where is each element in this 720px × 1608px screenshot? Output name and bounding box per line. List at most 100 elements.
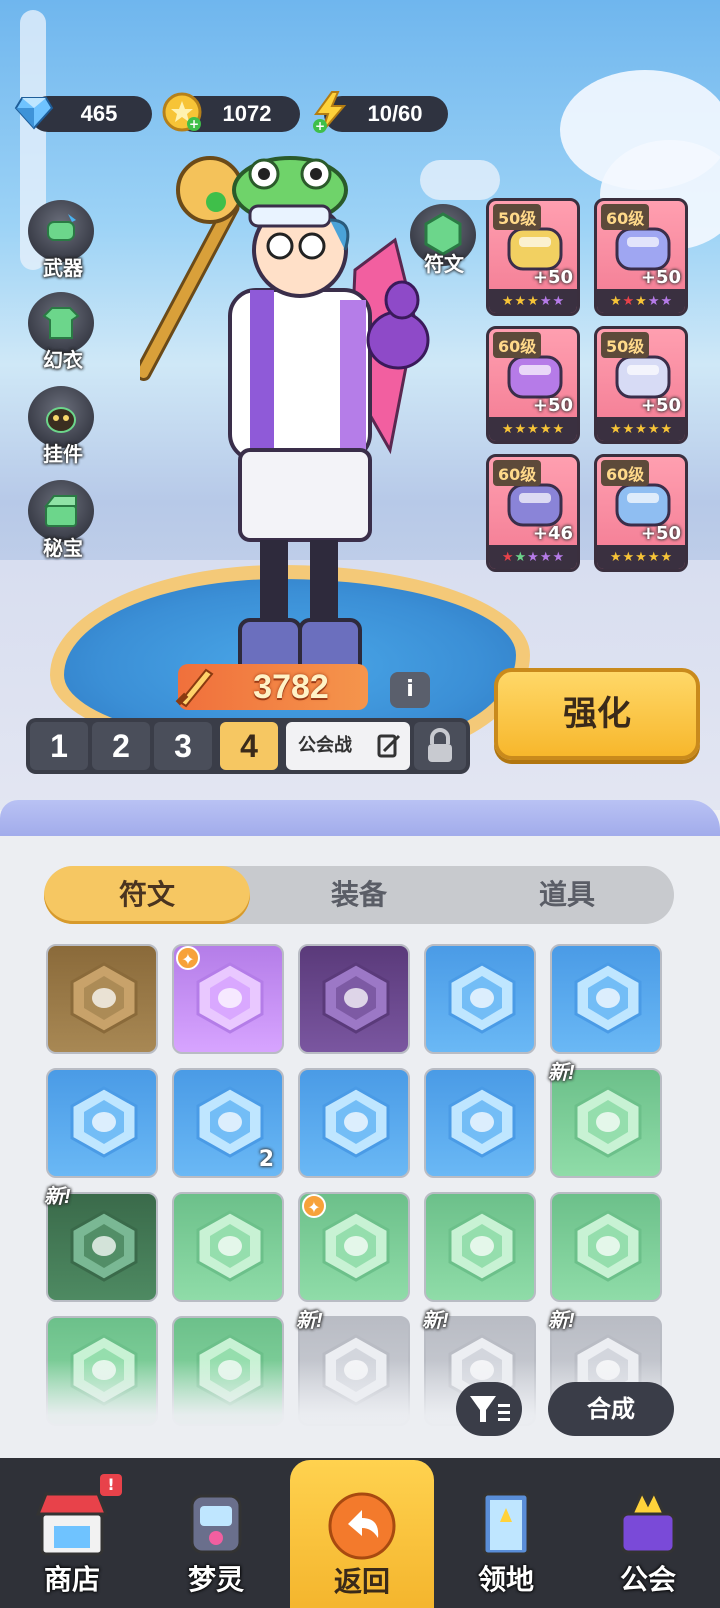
rune-slot[interactable] — [424, 1068, 536, 1178]
tab-rune[interactable]: 符文 — [44, 866, 250, 924]
gold-coin-icon: + — [160, 90, 204, 134]
star-rating: ★ ★ ★ ★ ★ — [597, 417, 685, 441]
filter-icon — [470, 1396, 510, 1422]
shorts-rune-icon — [70, 1086, 138, 1158]
equipment-level: 60级 — [601, 204, 650, 230]
star-icon: ★ — [635, 421, 647, 437]
territory-icon — [482, 1492, 530, 1556]
new-tag: 新! — [422, 1310, 449, 1332]
loadout-slot-1[interactable]: 1 — [30, 722, 88, 770]
star-badge-icon: ✦ — [302, 1194, 326, 1218]
equipment-card-jacket[interactable]: 60级 +50 ★ ★ ★ ★ ★ — [594, 198, 688, 316]
new-tag: 新! — [548, 1062, 575, 1084]
equipment-card-shorts[interactable]: 50级 +50 ★ ★ ★ ★ ★ — [594, 326, 688, 444]
rune-slot[interactable] — [46, 944, 158, 1054]
star-rating: ★ ★ ★ ★ ★ — [489, 289, 577, 313]
equipment-level: 60级 — [493, 332, 542, 358]
edit-icon — [377, 734, 401, 758]
pendant-icon — [46, 407, 76, 433]
star-icon: ★ — [514, 549, 527, 565]
star-icon: ★ — [514, 421, 527, 437]
rune-slot[interactable] — [424, 1192, 536, 1302]
rune-slot[interactable] — [172, 1192, 284, 1302]
new-tag: 新! — [548, 1310, 575, 1332]
equipment-plus: +46 — [532, 523, 573, 544]
rune-slot[interactable] — [298, 944, 410, 1054]
glove-rune-icon — [448, 1086, 516, 1158]
nav-territory[interactable]: 领地 — [434, 1458, 578, 1608]
nav-label: 商店 — [43, 1563, 100, 1596]
equipment-level: 60级 — [493, 460, 542, 486]
tab-equipment[interactable]: 装备 — [256, 866, 462, 924]
star-rating: ★ ★ ★ ★ ★ — [489, 417, 577, 441]
equipment-card-helmet[interactable]: 50级 +50 ★ ★ ★ ★ ★ — [486, 198, 580, 316]
gadget-rune-icon — [322, 1210, 390, 1282]
equipment-plus: +50 — [532, 395, 573, 416]
shoe-rune-icon — [322, 1086, 390, 1158]
nav-label: 梦灵 — [187, 1563, 244, 1596]
star-icon: ★ — [622, 421, 635, 437]
star-icon: ★ — [552, 421, 565, 437]
rune-slot[interactable] — [550, 1192, 662, 1302]
rune-slot[interactable] — [424, 944, 536, 1054]
equipment-card-shoes[interactable]: 60级 +46 ★ ★ ★ ★ ★ — [486, 454, 580, 572]
loadout-slot-2[interactable]: 2 — [92, 722, 150, 770]
star-rating: ★ ★ ★ ★ ★ — [597, 545, 685, 569]
filter-button[interactable] — [456, 1382, 522, 1436]
star-icon: ★ — [527, 293, 539, 309]
rune-slot[interactable] — [46, 1068, 158, 1178]
rune-slot[interactable] — [298, 1068, 410, 1178]
equipment-card-gadget[interactable]: 60级 +50 ★ ★ ★ ★ ★ — [594, 454, 688, 572]
nav-shop[interactable]: 商店 — [0, 1458, 144, 1608]
rune-slot[interactable] — [550, 944, 662, 1054]
shoe-rune-icon — [196, 1086, 264, 1158]
star-rating: ★ ★ ★ ★ ★ — [597, 289, 685, 313]
tab-items[interactable]: 道具 — [464, 866, 670, 924]
side-item-label: 武器 — [43, 256, 83, 280]
weapon-icon — [47, 214, 76, 241]
power-value: 3782 — [253, 668, 329, 706]
star-icon: ★ — [660, 421, 673, 437]
rune-slot[interactable]: 2 — [172, 1068, 284, 1178]
star-icon: ★ — [539, 549, 552, 565]
star-icon: ★ — [635, 549, 647, 565]
nav-guild[interactable]: 公会 — [576, 1458, 720, 1608]
loadout-slot-3[interactable]: 3 — [154, 722, 212, 770]
compose-button[interactable]: 合成 — [548, 1382, 674, 1436]
helmet-rune-icon — [574, 962, 642, 1034]
nav-spirit[interactable]: 梦灵 — [144, 1458, 288, 1608]
equipment-plus: +50 — [640, 523, 681, 544]
loadout-slot-4[interactable]: 4 — [220, 722, 278, 770]
info-button[interactable]: i — [390, 672, 430, 708]
star-icon: ★ — [539, 293, 552, 309]
equipment-card-bracer[interactable]: 60级 +50 ★ ★ ★ ★ ★ — [486, 326, 580, 444]
side-item-weapon[interactable]: 武器 — [24, 200, 104, 290]
star-icon: ★ — [501, 549, 514, 565]
jacket-rune-icon — [574, 1086, 642, 1158]
energy-value: 10/60 — [367, 101, 423, 126]
nav-back[interactable]: 返回 — [290, 1460, 434, 1608]
star-icon: ★ — [501, 293, 514, 309]
star-icon: ★ — [660, 549, 673, 565]
enhance-button[interactable]: 强化 — [494, 668, 700, 760]
new-tag: 新! — [44, 1186, 71, 1208]
star-icon: ★ — [514, 293, 527, 309]
guild-war-slot[interactable]: 公会战 — [286, 722, 410, 770]
nav-label: 返回 — [333, 1565, 390, 1598]
side-item-treasure[interactable]: 秘宝 — [24, 480, 104, 570]
star-icon: ★ — [647, 549, 660, 565]
shop-icon — [35, 1492, 109, 1556]
star-icon: ★ — [609, 421, 622, 437]
side-item-pendant[interactable]: 挂件 — [24, 386, 104, 476]
guild-war-label: 公会战 — [298, 735, 352, 756]
helmet-rune-icon — [70, 962, 138, 1034]
side-item-label: 挂件 — [43, 442, 83, 466]
star-badge-icon: ✦ — [176, 946, 200, 970]
locked-slot[interactable] — [414, 722, 466, 770]
side-item-label: 秘宝 — [43, 536, 83, 560]
back-arrow-icon — [328, 1492, 396, 1560]
shoe-rune-icon — [196, 962, 264, 1034]
side-item-costume[interactable]: 幻衣 — [24, 292, 104, 382]
star-icon: ★ — [501, 421, 514, 437]
guild-icon — [620, 1488, 676, 1554]
